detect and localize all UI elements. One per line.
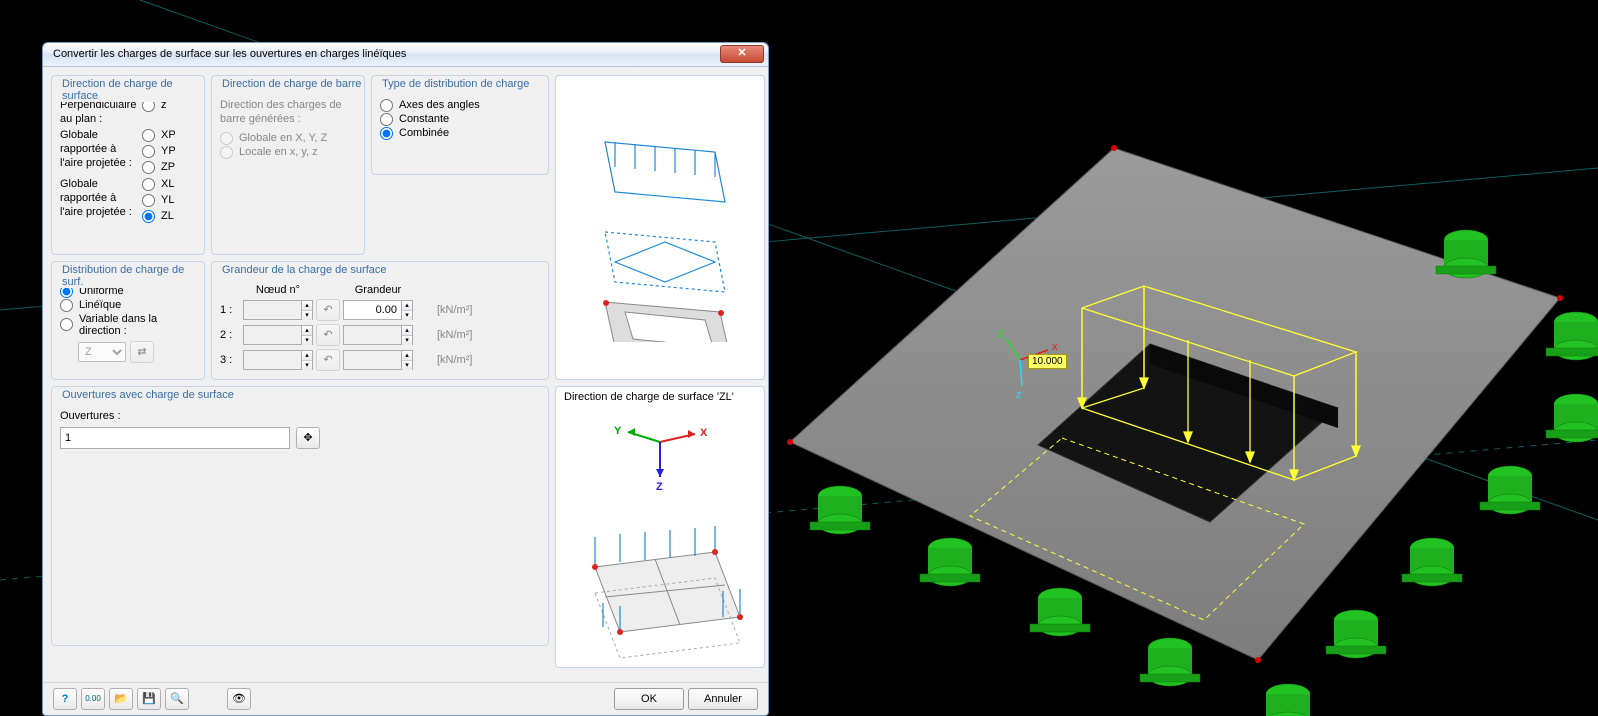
svg-text:x: x xyxy=(1052,341,1058,353)
grandeur-3-input: ▴▾ xyxy=(343,350,413,370)
radio-variable[interactable]: Variable dans la direction : xyxy=(60,313,196,337)
pick-icon: ↶ xyxy=(323,328,332,341)
titlebar[interactable]: Convertir les charges de surface sur les… xyxy=(43,43,768,67)
svg-text:Z: Z xyxy=(656,481,663,492)
save-icon: 💾 xyxy=(142,692,156,705)
svg-text:Y: Y xyxy=(614,425,622,437)
preview-bottom-title: Direction de charge de surface 'ZL' xyxy=(556,387,764,407)
ouvertures-label: Ouvertures : xyxy=(60,409,540,423)
help-button[interactable]: ? xyxy=(53,688,77,710)
noeud-1-input: ▴▾ xyxy=(243,300,313,320)
noeud-3-input: ▴▾ xyxy=(243,350,313,370)
row2: 2 : xyxy=(220,328,240,342)
search-icon: 🔍 xyxy=(170,692,184,705)
dialog-convert-surface-loads: Convertir les charges de surface sur les… xyxy=(42,42,769,716)
help-icon: ? xyxy=(62,693,69,705)
open-button[interactable]: 📂 xyxy=(109,688,133,710)
col-grandeur: Grandeur xyxy=(343,284,413,296)
group-title: Type de distribution de charge xyxy=(380,78,531,90)
group-ouvertures: Ouvertures avec charge de surface Ouvert… xyxy=(51,386,549,646)
button-bar: ? 0.00 📂 💾 🔍 👁 OK Annuler xyxy=(43,682,768,715)
group-direction-charge-surface: Direction de charge de surface Perpendic… xyxy=(51,75,205,255)
ok-button[interactable]: OK xyxy=(614,688,684,710)
pick-node-2-button: ↶ xyxy=(316,324,340,346)
cancel-button[interactable]: Annuler xyxy=(688,688,758,710)
label-globale-projetee-1: Globale rapportée à l'aire projetée : xyxy=(60,128,138,170)
radio-yp[interactable]: YP xyxy=(142,145,196,158)
svg-text:z: z xyxy=(1016,389,1022,401)
grandeur-2-input: ▴▾ xyxy=(343,325,413,345)
pick-icon: ↶ xyxy=(323,353,332,366)
viewport-load-label: 10.000 xyxy=(1028,354,1067,369)
group-title: Ouvertures avec charge de surface xyxy=(60,389,236,401)
group-title: Grandeur de la charge de surface xyxy=(220,264,389,276)
units-button[interactable]: 0.00 xyxy=(81,688,105,710)
close-button[interactable]: ✕ xyxy=(720,45,764,63)
radio-yl[interactable]: YL xyxy=(142,194,196,207)
cursor-pick-icon: ✥ xyxy=(303,431,312,444)
unit-1: [kN/m²] xyxy=(437,304,477,316)
radio-lineique[interactable]: Linéïque xyxy=(60,299,196,312)
svg-text:X: X xyxy=(700,427,708,439)
close-icon: ✕ xyxy=(737,47,746,59)
row3: 3 : xyxy=(220,353,240,367)
dialog-title: Convertir les charges de surface sur les… xyxy=(53,48,720,60)
pick-node-3-button: ↶ xyxy=(316,349,340,371)
grandeur-1-input[interactable]: ▴▾ xyxy=(343,300,413,320)
axis-pick-icon-button: ⇄ xyxy=(130,341,154,363)
label-globale-projetee-2: Globale rapportée à l'aire projetée : xyxy=(60,177,138,219)
radio-locale-xyz: Locale en x, y, z xyxy=(220,146,356,159)
group-title: Direction de charge de surface xyxy=(60,78,204,102)
radio-globale-xyz: Globale en X, Y, Z xyxy=(220,132,356,145)
radio-xp[interactable]: XP xyxy=(142,129,196,142)
radio-constante[interactable]: Constante xyxy=(380,113,540,126)
preview-toggle-button[interactable]: 👁 xyxy=(227,688,251,710)
search-button[interactable]: 🔍 xyxy=(165,688,189,710)
radio-axes-angles[interactable]: Axes des angles xyxy=(380,99,540,112)
unit-2: [kN/m²] xyxy=(437,329,477,341)
ouvertures-input[interactable] xyxy=(60,427,290,449)
group-grandeur: Grandeur de la charge de surface Nœud n°… xyxy=(211,261,549,380)
label-perpendiculaire: Perpendiculaire au plan : xyxy=(60,98,138,126)
col-noeud: Nœud n° xyxy=(243,284,313,296)
group-title: Distribution de charge de surf. xyxy=(60,264,204,288)
group-direction-charge-barre: Direction de charge de barre Direction d… xyxy=(211,75,365,255)
digits-icon: 0.00 xyxy=(85,694,101,703)
group-type-distribution: Type de distribution de charge Axes des … xyxy=(371,75,549,175)
pick-node-1-button: ↶ xyxy=(316,299,340,321)
preview-distribution-image xyxy=(555,75,765,380)
barre-subtitle: Direction des charges de barre générées … xyxy=(220,98,356,126)
eye-icon: 👁 xyxy=(232,692,246,705)
folder-icon: 📂 xyxy=(114,692,128,705)
axis-select: Z xyxy=(78,342,126,362)
svg-text:y: y xyxy=(998,327,1004,339)
unit-3: [kN/m²] xyxy=(437,354,477,366)
group-distribution-surf: Distribution de charge de surf. Uniforme… xyxy=(51,261,205,380)
radio-zl[interactable]: ZL xyxy=(142,210,196,223)
radio-xl[interactable]: XL xyxy=(142,178,196,191)
swap-icon: ⇄ xyxy=(137,345,146,358)
pick-ouvertures-button[interactable]: ✥ xyxy=(296,427,320,449)
group-title: Direction de charge de barre xyxy=(220,78,363,90)
row1: 1 : xyxy=(220,303,240,317)
save-button[interactable]: 💾 xyxy=(137,688,161,710)
noeud-2-input: ▴▾ xyxy=(243,325,313,345)
preview-direction-image: Direction de charge de surface 'ZL' X Y … xyxy=(555,386,765,668)
radio-combinee[interactable]: Combinée xyxy=(380,127,540,140)
pick-icon: ↶ xyxy=(323,303,332,316)
radio-zp[interactable]: ZP xyxy=(142,161,196,174)
